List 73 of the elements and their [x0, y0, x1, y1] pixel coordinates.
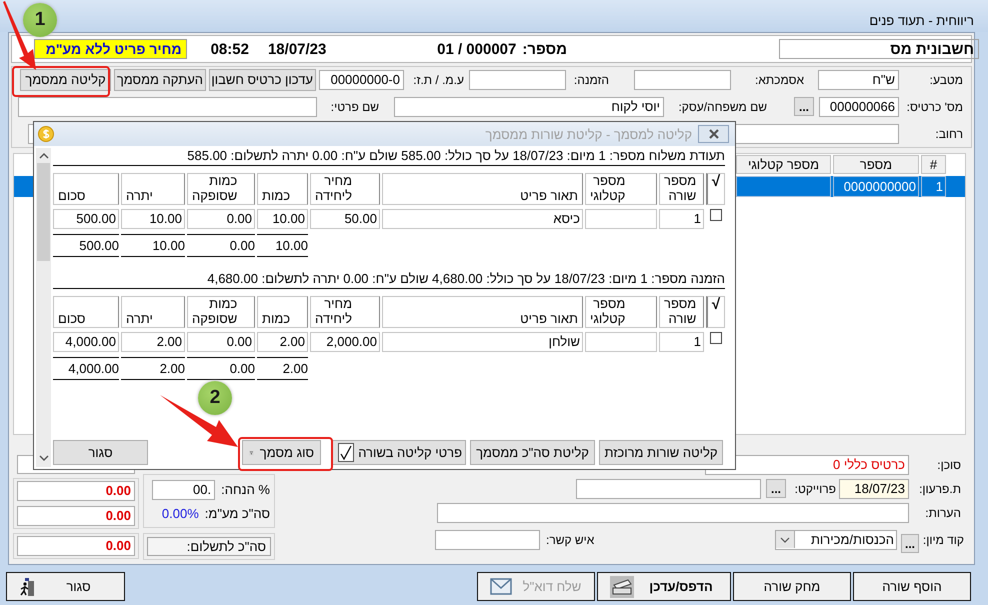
table-cell: שולחן [382, 332, 583, 352]
total-label: סה"כ לתשלום: [147, 537, 271, 556]
table-cell: כיסא [382, 209, 583, 229]
document-date: 18/07/23 [268, 40, 326, 58]
column-header: מחיר ליחידה [310, 296, 380, 328]
field-label: איש קשר: [545, 532, 596, 546]
total-cell: 2.00 [257, 357, 308, 380]
amount-field: 0.00 [17, 506, 135, 526]
table-cell: 0.00 [187, 209, 255, 229]
total-cell: 2.00 [121, 357, 185, 380]
total-cell: 0.00 [187, 234, 255, 257]
table-cell: 50.00 [310, 209, 380, 229]
amount-field: 0.00 [17, 536, 135, 556]
table-cell: 0.00 [187, 332, 255, 352]
column-header: כמות שסופקה [187, 173, 255, 205]
table-cell: 2.00 [257, 332, 308, 352]
column-header: מספר קטלוגי [585, 296, 657, 328]
table-cell: 1 [659, 209, 704, 229]
field-label: שם משפחה/עסק: [677, 100, 768, 114]
field-label: קוד מיון: [922, 532, 965, 546]
field-label: סוכן: [936, 458, 962, 472]
field-label: מטבע: [928, 72, 964, 86]
document-number-label: מספר: [522, 40, 567, 58]
table-cell: 2.00 [121, 332, 185, 352]
field-label: ע.מ. / ת.ז: [412, 72, 465, 86]
field-label: הזמנה: [572, 72, 610, 86]
window-title: ריווחית - תעוד פנים [869, 13, 974, 28]
field-label: מס' כרטיס: [906, 100, 964, 114]
total-cell: 0.00 [187, 357, 255, 380]
total-cell: 10.00 [121, 234, 185, 257]
field-label: סה"כ מע"מ: [204, 506, 270, 521]
document-number: 01 / 000007 [436, 40, 516, 58]
field-label: אסמכתא: [754, 72, 805, 86]
document-type-field: חשבונית מס [779, 39, 979, 59]
column-header: מספר קטלוגי [585, 173, 657, 205]
column-header: יתרה [121, 296, 185, 328]
field-label: ת.פרעון: [918, 482, 962, 496]
amount-field: 0.00 [17, 481, 135, 501]
table-cell: 1 [921, 176, 946, 197]
document-summary: הזמנה מספר: 1 מיום: 18/07/23 על סך כולל: 4,680.00 שולם ע"ח: 0.00 יתרה לתשלום: 4,680.00 [53, 271, 725, 289]
column-header: תאור פריט [382, 296, 583, 328]
total-cell: 10.00 [257, 234, 308, 257]
table-cell: 10.00 [121, 209, 185, 229]
field-label: רחוב: [934, 126, 964, 140]
column-header: כמות שסופקה [187, 296, 255, 328]
total-cell: 4,000.00 [53, 357, 119, 380]
document-summary: תעודת משלוח מספר: 1 מיום: 18/07/23 על סך כולל: 585.00 שולם ע"ח: 0.00 יתרה לתשלום: 585.00 [53, 148, 725, 166]
table-cell: 4,000.00 [53, 332, 119, 352]
document-time: 08:52 [210, 40, 249, 58]
total-cell: 500.00 [53, 234, 119, 257]
field-label: הערות: [924, 506, 962, 520]
field-label: פרוייקט: [794, 482, 837, 496]
column-header: סכום [53, 173, 119, 205]
price-mode-label: מחיר פריט ללא מע"מ [34, 39, 187, 59]
column-header: מספר שורה [659, 296, 704, 328]
table-cell: 10.00 [257, 209, 308, 229]
dialog-title: קליטה למסמך - קליטת שורות ממסמך [485, 126, 692, 142]
vat-value: 0.00% [162, 506, 199, 521]
table-cell: 0000000000 [833, 176, 919, 197]
column-header: תאור פריט [382, 173, 583, 205]
column-header: מחיר ליחידה [310, 173, 380, 205]
column-header: כמות [257, 173, 308, 205]
column-header: מספר שורה [659, 173, 704, 205]
column-header: √ [706, 173, 725, 205]
column-header: סכום [53, 296, 119, 328]
table-cell: 500.00 [53, 209, 119, 229]
column-header: √ [706, 296, 725, 328]
column-header: יתרה [121, 173, 185, 205]
field-label: שם פרטי: [330, 100, 380, 114]
table-cell: 2,000.00 [310, 332, 380, 352]
field-label: % הנחה: [221, 482, 270, 497]
column-header: כמות [257, 296, 308, 328]
table-cell: 1 [659, 332, 704, 352]
